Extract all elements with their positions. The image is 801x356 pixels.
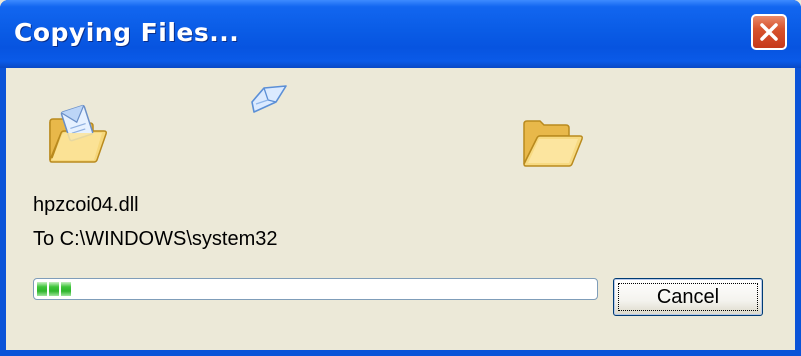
close-button[interactable] xyxy=(751,14,787,50)
progress-segment xyxy=(49,282,59,296)
copy-dialog-window: Copying Files... hpzcoi04.dll To C:\WIND… xyxy=(0,0,801,356)
dialog-body: hpzcoi04.dll To C:\WINDOWS\system32 Canc… xyxy=(6,68,795,350)
close-icon xyxy=(760,23,778,41)
destination-path: To C:\WINDOWS\system32 xyxy=(33,228,278,250)
progress-fill xyxy=(37,282,594,296)
progress-segment xyxy=(37,282,47,296)
progress-segment xyxy=(61,282,71,296)
window-title: Copying Files... xyxy=(14,18,240,47)
cancel-button[interactable]: Cancel xyxy=(613,278,763,316)
copy-progress-bar xyxy=(33,278,598,300)
focus-rectangle xyxy=(618,283,758,311)
title-bar[interactable]: Copying Files... xyxy=(0,0,801,68)
destination-folder-icon xyxy=(523,120,583,167)
flying-document-icon xyxy=(251,85,287,113)
source-folder-icon xyxy=(49,104,107,163)
current-file-name: hpzcoi04.dll xyxy=(33,194,139,216)
